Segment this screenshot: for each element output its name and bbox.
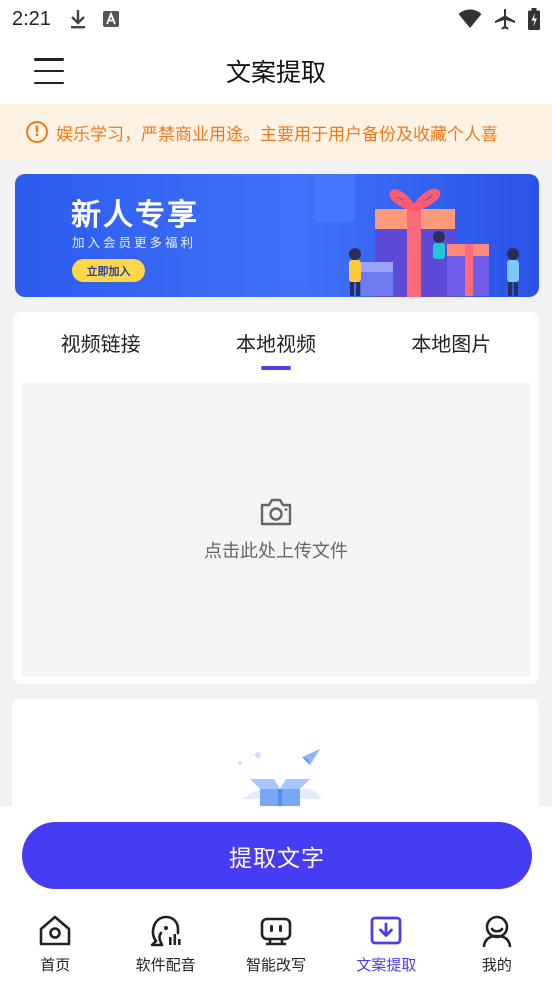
tab-local-video[interactable]: 本地视频 — [188, 312, 363, 372]
menu-icon[interactable] — [34, 58, 64, 84]
extract-text-button[interactable]: 提取文字 — [22, 822, 532, 889]
nav-label-voice: 软件配音 — [135, 956, 196, 974]
promo-banner[interactable]: 新人专享 加入会员更多福利 立即加入 — [15, 174, 539, 297]
result-card — [12, 699, 539, 819]
nav-label-extract: 文案提取 — [356, 956, 417, 974]
notice-text: 娱乐学习，严禁商业用途。主要用于用户备份及收藏个人喜 — [56, 124, 498, 145]
nav-label-home: 首页 — [40, 956, 71, 974]
wifi-icon — [458, 9, 482, 28]
warning-icon: ! — [26, 121, 48, 143]
profile-icon — [482, 915, 512, 948]
voice-icon — [150, 915, 181, 947]
robot-icon — [260, 917, 292, 946]
nav-label-profile: 我的 — [481, 956, 512, 974]
download-box-icon — [371, 916, 402, 945]
source-tabs: 视频链接 本地视频 本地图片 — [13, 312, 539, 372]
nav-item-rewrite[interactable]: 智能改写 — [221, 905, 331, 981]
nav-item-profile[interactable]: 我的 — [442, 905, 552, 981]
tab-local-image[interactable]: 本地图片 — [364, 312, 539, 372]
notice-bar: ! 娱乐学习，严禁商业用途。主要用于用户备份及收藏个人喜 — [0, 104, 552, 160]
a-icon — [102, 11, 119, 27]
gift-illustration — [315, 174, 519, 297]
nav-item-home[interactable]: 首页 — [0, 905, 110, 981]
upload-hint: 点击此处上传文件 — [204, 541, 348, 562]
banner-title: 新人专享 — [71, 198, 199, 233]
empty-box-illustration — [238, 749, 322, 813]
upload-area[interactable]: 点击此处上传文件 — [22, 383, 530, 677]
airplane-icon — [495, 9, 515, 30]
download-icon — [70, 10, 85, 29]
camera-icon — [260, 498, 292, 526]
home-icon — [39, 915, 71, 946]
battery-icon — [528, 8, 540, 30]
nav-label-rewrite: 智能改写 — [246, 956, 307, 974]
page-title: 文案提取 — [225, 58, 326, 87]
banner-subtitle: 加入会员更多福利 — [72, 235, 197, 250]
join-button[interactable]: 立即加入 — [72, 259, 145, 282]
extract-card: 视频链接 本地视频 本地图片 点击此处上传文件 — [13, 312, 539, 684]
status-bar: 2:21 — [0, 0, 552, 38]
nav-item-extract[interactable]: 文案提取 — [331, 905, 441, 981]
bottom-nav: 首页 软件配音 智能改写 文案提取 我的 — [0, 905, 552, 981]
app-bar: 文案提取 — [0, 38, 552, 104]
nav-item-voice[interactable]: 软件配音 — [110, 905, 220, 981]
status-time: 2:21 — [12, 7, 51, 30]
tab-video-link[interactable]: 视频链接 — [13, 312, 188, 372]
